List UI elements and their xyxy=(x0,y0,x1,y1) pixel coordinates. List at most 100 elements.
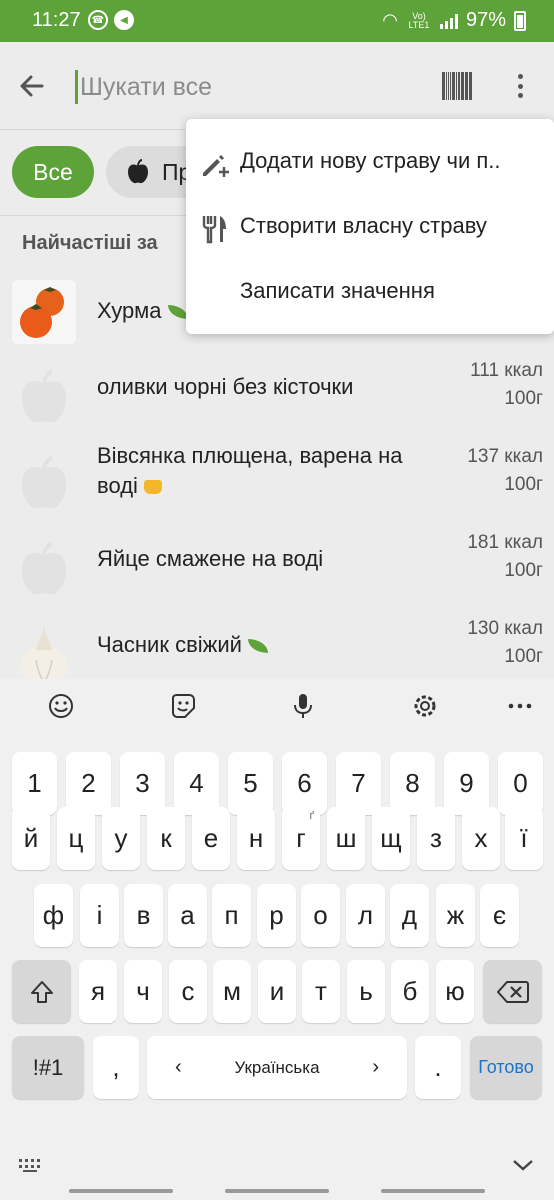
sticker-icon[interactable] xyxy=(169,692,197,720)
nav-gesture-pill xyxy=(225,1189,329,1193)
list-item[interactable]: Яйце смажене на воді 181 ккал 100г xyxy=(0,526,554,612)
kcal-value: 130 ккал xyxy=(467,618,543,639)
key-щ[interactable]: щ xyxy=(372,807,410,870)
microphone-icon[interactable] xyxy=(289,692,317,720)
key-х[interactable]: х xyxy=(462,807,500,870)
apple-placeholder-icon xyxy=(12,366,76,430)
search-app-bar xyxy=(0,42,554,130)
comma-key[interactable]: , xyxy=(93,1036,139,1099)
food-name: Вівсянка плющена, варена на воді xyxy=(97,441,442,501)
key-ж[interactable]: ж xyxy=(436,884,475,947)
list-item[interactable]: оливки чорні без кісточки 111 ккал 100г xyxy=(0,354,554,440)
key-5[interactable]: 5 xyxy=(228,752,273,815)
key-м[interactable]: м xyxy=(213,960,251,1023)
key-в[interactable]: в xyxy=(124,884,163,947)
portion-value: 100г xyxy=(504,560,543,581)
kcal-value: 181 ккал xyxy=(467,532,543,553)
key-ь[interactable]: ь xyxy=(347,960,385,1023)
key-ї[interactable]: ї xyxy=(505,807,543,870)
menu-item-record-value[interactable]: Записати значення xyxy=(186,261,554,325)
key-3[interactable]: 3 xyxy=(120,752,165,815)
chevron-left-icon[interactable]: ‹ xyxy=(175,1056,182,1079)
section-title: Найчастіші за xyxy=(22,232,158,254)
key-т[interactable]: т xyxy=(302,960,340,1023)
back-arrow-icon[interactable] xyxy=(14,68,50,104)
key-і[interactable]: і xyxy=(80,884,119,947)
key-ш[interactable]: ш xyxy=(327,807,365,870)
leaf-icon xyxy=(167,305,188,320)
key-о[interactable]: о xyxy=(301,884,340,947)
food-name-text: оливки чорні без кісточки xyxy=(97,374,354,399)
food-name-text: Вівсянка плющена, варена на воді xyxy=(97,443,403,498)
key-є[interactable]: є xyxy=(480,884,519,947)
key-hint: ґ xyxy=(309,810,314,822)
key-8[interactable]: 8 xyxy=(390,752,435,815)
text-cursor xyxy=(75,70,78,104)
barcode-icon[interactable] xyxy=(442,72,472,100)
key-а[interactable]: а xyxy=(168,884,207,947)
key-у[interactable]: у xyxy=(102,807,140,870)
shift-key[interactable] xyxy=(12,960,71,1023)
key-2[interactable]: 2 xyxy=(66,752,111,815)
key-е[interactable]: е xyxy=(192,807,230,870)
period-key[interactable]: . xyxy=(415,1036,461,1099)
symbols-key[interactable]: !#1 xyxy=(12,1036,84,1099)
key-1[interactable]: 1 xyxy=(12,752,57,815)
on-screen-keyboard: 1 2 3 4 5 6 7 8 9 0 й ц у к е н г ґ ш щ … xyxy=(0,679,554,1200)
viber-icon: ☎ xyxy=(88,10,108,30)
food-name-text: Часник свіжий xyxy=(97,632,242,657)
key-я[interactable]: я xyxy=(79,960,117,1023)
more-horizontal-icon[interactable] xyxy=(506,692,534,720)
food-name-text: Яйце смажене на воді xyxy=(97,546,324,571)
search-input[interactable] xyxy=(80,70,410,104)
key-г[interactable]: г ґ xyxy=(282,807,320,870)
key-label: г xyxy=(296,823,306,853)
pot-icon xyxy=(143,480,162,495)
emoji-icon[interactable] xyxy=(47,692,75,720)
language-label: Українська xyxy=(234,1057,320,1077)
portion-value: 100г xyxy=(504,388,543,409)
menu-item-label: Створити власну страву xyxy=(240,213,487,238)
list-item[interactable]: Вівсянка плющена, варена на воді 137 кка… xyxy=(0,440,554,526)
hide-keyboard-chevron-icon[interactable] xyxy=(511,1157,535,1173)
key-ф[interactable]: ф xyxy=(34,884,73,947)
key-и[interactable]: и xyxy=(258,960,296,1023)
space-key[interactable]: ‹ Українська › xyxy=(147,1036,407,1099)
key-б[interactable]: б xyxy=(391,960,429,1023)
lte-indicator: Vo) LTE1 xyxy=(408,10,430,30)
key-7[interactable]: 7 xyxy=(336,752,381,815)
kcal-value: 111 ккал xyxy=(470,360,543,381)
menu-item-add-dish[interactable]: Додати нову страву чи п.. xyxy=(186,131,554,195)
overflow-menu: Додати нову страву чи п.. Створити власн… xyxy=(186,119,554,334)
battery-icon xyxy=(514,10,526,31)
done-key[interactable]: Готово xyxy=(470,1036,542,1099)
keyboard-switch-icon[interactable] xyxy=(18,1157,42,1173)
key-р[interactable]: р xyxy=(257,884,296,947)
key-л[interactable]: л xyxy=(346,884,385,947)
key-с[interactable]: с xyxy=(169,960,207,1023)
chevron-right-icon[interactable]: › xyxy=(372,1056,379,1079)
apple-placeholder-icon xyxy=(12,452,76,516)
key-9[interactable]: 9 xyxy=(444,752,489,815)
key-з[interactable]: з xyxy=(417,807,455,870)
key-ц[interactable]: ц xyxy=(57,807,95,870)
key-ч[interactable]: ч xyxy=(124,960,162,1023)
nav-gesture-pill xyxy=(69,1189,173,1193)
key-6[interactable]: 6 xyxy=(282,752,327,815)
key-н[interactable]: н xyxy=(237,807,275,870)
backspace-key[interactable] xyxy=(483,960,542,1023)
chip-all[interactable]: Все xyxy=(12,146,94,198)
key-ю[interactable]: ю xyxy=(436,960,474,1023)
more-options-icon[interactable] xyxy=(510,72,530,100)
settings-gear-icon[interactable] xyxy=(411,692,439,720)
food-name-text: Хурма xyxy=(97,298,162,323)
leaf-icon xyxy=(247,639,268,654)
persimmon-image-art xyxy=(12,280,76,344)
key-0[interactable]: 0 xyxy=(498,752,543,815)
key-д[interactable]: д xyxy=(390,884,429,947)
key-к[interactable]: к xyxy=(147,807,185,870)
menu-item-create-dish[interactable]: Створити власну страву xyxy=(186,196,554,260)
key-й[interactable]: й xyxy=(12,807,50,870)
key-4[interactable]: 4 xyxy=(174,752,219,815)
key-п[interactable]: п xyxy=(212,884,251,947)
